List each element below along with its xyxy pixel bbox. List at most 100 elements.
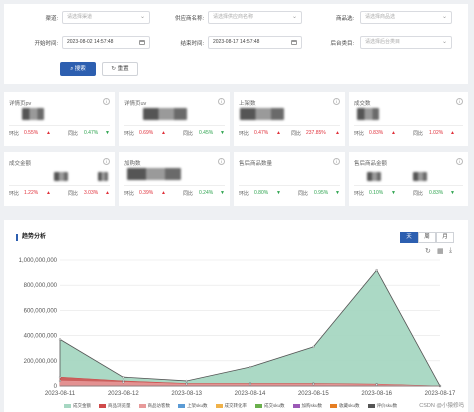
- up-arrow-icon: ▲: [46, 130, 51, 136]
- legend-swatch: [178, 403, 185, 408]
- start-time-input[interactable]: 2023-08-02 14:57:48: [62, 36, 150, 49]
- divider: [124, 125, 225, 126]
- y-tick-label: 0: [54, 384, 58, 390]
- series-point: [185, 379, 188, 383]
- up-arrow-icon: ▲: [391, 130, 396, 136]
- mom-label: 环比: [354, 191, 365, 197]
- up-arrow-icon: ▲: [276, 130, 281, 136]
- down-arrow-icon: ▼: [220, 130, 225, 136]
- info-icon[interactable]: i: [456, 158, 463, 165]
- search-button[interactable]: ⌕ 搜索: [60, 62, 96, 76]
- blurred-value: [357, 108, 379, 120]
- store-label: 渠道:: [45, 16, 58, 22]
- metric-card-aftersale-amount: 售后商品金额 i 环比 0.10% ▼ 同比 0.83% ▼: [349, 152, 468, 206]
- supplier-select[interactable]: 请选择供应商名称 ⌄: [208, 11, 302, 24]
- divider: [239, 185, 340, 186]
- series-point: [185, 383, 188, 386]
- legend-swatch: [367, 403, 375, 408]
- info-icon[interactable]: i: [333, 98, 340, 105]
- legend-item[interactable]: 上架sku数: [178, 403, 208, 409]
- card-title: 加购数: [124, 161, 141, 167]
- legend-item[interactable]: 评价sku数: [367, 403, 398, 409]
- divider: [124, 185, 225, 186]
- trend-chart: 1,000,000,000 800,000,000 600,000,000 400,0…: [19, 258, 456, 397]
- info-icon[interactable]: i: [103, 158, 110, 165]
- series-point: [312, 383, 315, 386]
- yoy-label: 同比: [183, 191, 194, 197]
- down-arrow-icon: ▼: [391, 190, 396, 196]
- yoy-label: 同比: [183, 131, 194, 137]
- end-time-input[interactable]: 2023-08-17 14:57:48: [208, 36, 302, 49]
- y-tick-label: 200,000,000: [24, 359, 58, 365]
- blurred-value: [54, 172, 68, 181]
- info-icon[interactable]: i: [218, 98, 225, 105]
- category-select[interactable]: 请选择商品选 ⌄: [360, 11, 452, 24]
- backend-category-select[interactable]: 请选择后台类目 ⌄: [360, 36, 452, 49]
- down-arrow-icon: ▼: [105, 130, 110, 136]
- supplier-label: 供应商名称:: [174, 16, 204, 22]
- y-tick-label: 800,000,000: [24, 283, 58, 289]
- category-label: 商品选:: [335, 16, 354, 22]
- divider: [9, 125, 110, 126]
- legend-label: 成交sku数: [264, 403, 285, 408]
- x-tick-label: 2023-08-16: [361, 391, 392, 397]
- legend-swatch: [255, 403, 263, 408]
- series-point: [375, 268, 378, 272]
- legend-label: 商品浏览量: [108, 403, 131, 408]
- legend-swatch: [99, 403, 106, 408]
- blurred-value: [143, 108, 187, 120]
- metric-card-detail-uv: 详情页uv i 环比 0.69% ▲ 同比 0.45% ▼: [119, 92, 230, 146]
- calendar-icon: [291, 40, 297, 45]
- chart-legend: 成交金额 商品浏览量 商品访客数 上架sku数 成交转化率 成交sku数 加购sku数 收藏s…: [64, 403, 397, 409]
- blurred-value: [240, 108, 284, 120]
- info-icon[interactable]: i: [456, 98, 463, 105]
- mom-value: 0.80%: [254, 190, 269, 196]
- mom-label: 环比: [239, 131, 250, 137]
- up-arrow-icon: ▲: [161, 130, 166, 136]
- legend-swatch: [292, 403, 300, 408]
- legend-label: 成交转化率: [224, 403, 248, 408]
- legend-item[interactable]: 加购sku数: [292, 403, 322, 409]
- divider: [9, 185, 110, 186]
- series-point: [375, 383, 378, 386]
- mom-label: 环比: [124, 191, 135, 197]
- yoy-label: 同比: [68, 131, 79, 137]
- legend-item[interactable]: 收藏sku数: [330, 403, 360, 409]
- mom-label: 环比: [9, 131, 20, 137]
- info-icon[interactable]: i: [103, 98, 110, 105]
- metric-card-deal-amount: 成交金额 i 环比 1.22% ▲ 同比 3.03% ▲: [4, 152, 115, 206]
- series-point: [58, 379, 62, 383]
- blurred-value: [127, 168, 181, 180]
- info-icon[interactable]: i: [218, 158, 225, 165]
- legend-label: 成交金额: [73, 403, 91, 408]
- down-arrow-icon: ▼: [220, 190, 225, 196]
- store-select[interactable]: 请选择渠道 ⌄: [62, 11, 150, 24]
- legend-item[interactable]: 成交转化率: [215, 403, 248, 409]
- legend-swatch: [330, 403, 338, 408]
- trend-panel: 趋势分析 天 周 月 ↻ ▦ ⤓ 1,000,000,000 800,000,00…: [4, 220, 468, 412]
- backend-category-label: 后台类目:: [330, 41, 354, 47]
- backend-category-placeholder: 请选择后台类目: [365, 39, 401, 45]
- info-icon[interactable]: i: [333, 158, 340, 165]
- legend-item[interactable]: 商品浏览量: [99, 403, 131, 409]
- y-tick-label: 400,000,000: [24, 334, 58, 340]
- legend-swatch: [64, 403, 71, 408]
- legend-item[interactable]: 成交sku数: [255, 403, 285, 409]
- series-point: [58, 338, 62, 341]
- card-title: 成交金额: [9, 161, 32, 167]
- x-tick-label: 2023-08-17: [425, 391, 456, 397]
- metric-card-detail-pv: 详情页pv i 环比 0.55% ▲ 同比 0.47% ▼: [4, 92, 115, 146]
- series-point: [122, 381, 125, 384]
- reset-button[interactable]: ↻ 重置: [102, 62, 138, 76]
- chevron-down-icon: ⌄: [441, 39, 447, 45]
- start-time-label: 开始时间:: [34, 41, 58, 47]
- legend-label: 评价sku数: [376, 403, 398, 408]
- card-title: 上架数: [239, 101, 256, 107]
- legend-item[interactable]: 商品访客数: [138, 403, 170, 409]
- legend-item[interactable]: 成交金额: [64, 403, 91, 409]
- yoy-value: 237.85%: [306, 130, 326, 136]
- x-tick-label: 2023-08-15: [298, 391, 329, 397]
- metric-card-deal-count: 成交数 i 环比 0.83% ▲ 同比 1.02% ▲: [349, 92, 468, 146]
- y-tick-label: 1,000,000,000: [19, 258, 58, 264]
- up-arrow-icon: ▲: [46, 190, 51, 196]
